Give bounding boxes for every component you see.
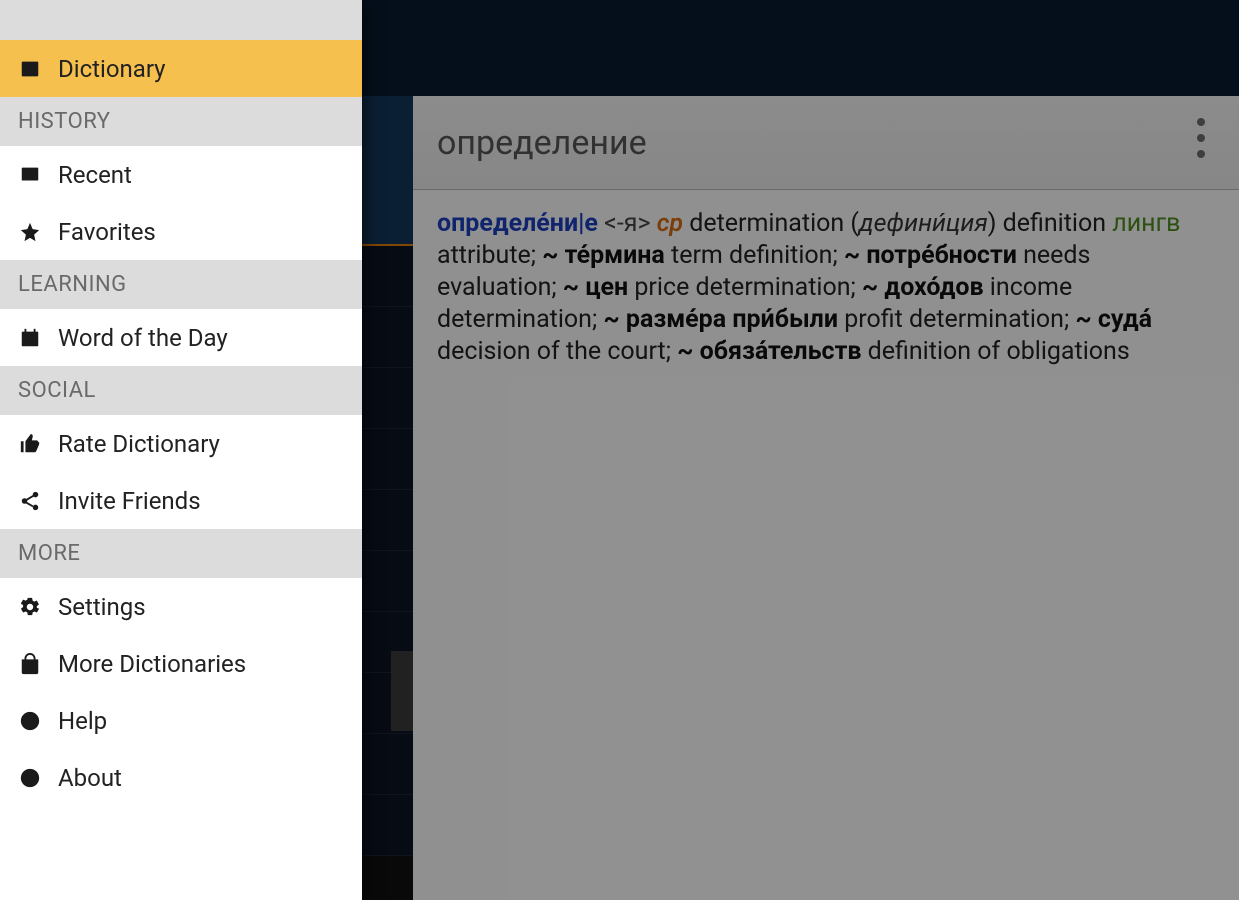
section-header-learning: LEARNING: [0, 260, 362, 309]
calendar-icon: [18, 327, 42, 349]
nav-settings[interactable]: Settings: [0, 578, 362, 635]
nav-label: Settings: [58, 593, 146, 621]
nav-label: Favorites: [58, 218, 156, 246]
nav-label: About: [58, 764, 122, 792]
nav-label: More Dictionaries: [58, 650, 246, 678]
nav-label: Invite Friends: [58, 487, 201, 515]
nav-recent[interactable]: Recent: [0, 146, 362, 203]
navigation-drawer: Dictionary HISTORY Recent Favorites LEAR…: [0, 0, 362, 900]
star-icon: [18, 221, 42, 243]
section-header-social: SOCIAL: [0, 366, 362, 415]
nav-dictionary[interactable]: Dictionary: [0, 40, 362, 97]
drawer-header-spacer: [0, 0, 362, 40]
svg-text:?: ?: [27, 714, 33, 729]
info-icon: [18, 767, 42, 789]
nav-favorites[interactable]: Favorites: [0, 203, 362, 260]
help-icon: ?: [18, 710, 42, 732]
nav-rate[interactable]: Rate Dictionary: [0, 415, 362, 472]
thumbs-up-icon: [18, 433, 42, 455]
gear-icon: [18, 596, 42, 618]
book-az-icon: [18, 58, 42, 80]
nav-invite[interactable]: Invite Friends: [0, 472, 362, 529]
nav-about[interactable]: About: [0, 749, 362, 806]
nav-help[interactable]: ? Help: [0, 692, 362, 749]
nav-label: Recent: [58, 161, 132, 189]
shopping-bag-icon: [18, 653, 42, 675]
nav-label: Dictionary: [58, 55, 166, 83]
nav-more-dictionaries[interactable]: More Dictionaries: [0, 635, 362, 692]
nav-word-of-the-day[interactable]: Word of the Day: [0, 309, 362, 366]
share-icon: [18, 490, 42, 512]
nav-label: Word of the Day: [58, 324, 228, 352]
nav-label: Rate Dictionary: [58, 430, 220, 458]
section-header-more: MORE: [0, 529, 362, 578]
section-header-history: HISTORY: [0, 97, 362, 146]
magnifier-list-icon: [18, 164, 42, 186]
nav-label: Help: [58, 707, 107, 735]
